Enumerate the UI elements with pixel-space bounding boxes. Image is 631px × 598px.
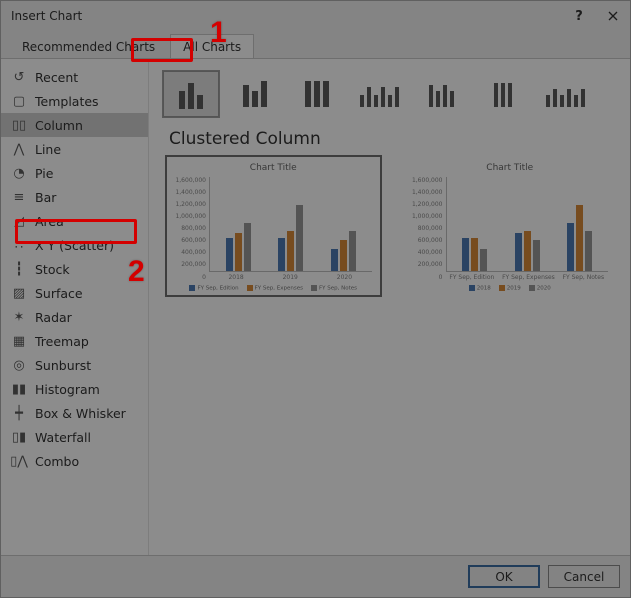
surface-icon: ▨ — [11, 286, 27, 301]
subtype-clustered-column[interactable] — [163, 71, 219, 117]
preview-plot: 1,600,000 1,400,000 1,200,000 1,000,000 … — [412, 177, 609, 281]
sidebar-item-line[interactable]: ⋀ Line — [1, 137, 148, 161]
area-icon: ◿ — [11, 214, 27, 229]
sidebar-item-column[interactable]: ▯▯ Column — [1, 113, 148, 137]
combo-icon: ▯⋀ — [11, 454, 27, 469]
tab-recommended-charts[interactable]: Recommended Charts — [9, 34, 168, 58]
annotation-1: 1 — [210, 16, 227, 50]
chart-preview-1[interactable]: Chart Title 1,600,000 1,400,000 1,200,00… — [167, 157, 380, 295]
subtype-3d-clustered-column[interactable] — [353, 74, 405, 114]
annotation-2: 2 — [128, 255, 145, 289]
sidebar-item-sunburst[interactable]: ◎ Sunburst — [1, 353, 148, 377]
sidebar-item-stock[interactable]: ┇ Stock — [1, 257, 148, 281]
sidebar-item-label: Recent — [35, 70, 78, 85]
subtype-heading: Clustered Column — [163, 127, 616, 157]
dialog-footer: OK Cancel — [1, 555, 630, 597]
bar-area — [209, 177, 372, 272]
tab-label: Recommended Charts — [22, 40, 155, 54]
main-panel: Clustered Column Chart Title 1,600,000 1… — [149, 59, 630, 555]
ok-button[interactable]: OK — [468, 565, 540, 588]
subtype-100-stacked-column[interactable] — [291, 74, 343, 114]
help-button[interactable]: ? — [562, 1, 596, 31]
sidebar-item-combo[interactable]: ▯⋀ Combo — [1, 449, 148, 473]
button-label: OK — [495, 570, 512, 584]
sidebar-item-label: Area — [35, 214, 64, 229]
stock-icon: ┇ — [11, 262, 27, 277]
sidebar-item-surface[interactable]: ▨ Surface — [1, 281, 148, 305]
subtype-stacked-column[interactable] — [229, 74, 281, 114]
subtype-3d-column[interactable] — [539, 74, 591, 114]
x-axis: 2018 2019 2020 — [209, 272, 372, 281]
waterfall-icon: ▯▮ — [11, 430, 27, 445]
sidebar-item-label: Surface — [35, 286, 83, 301]
bar-area — [446, 177, 609, 272]
histogram-icon: ▮▮ — [11, 382, 27, 397]
preview-title: Chart Title — [412, 163, 609, 173]
sidebar-item-label: Sunburst — [35, 358, 91, 373]
pie-icon: ◔ — [11, 166, 27, 181]
sidebar-item-label: Column — [35, 118, 83, 133]
radar-icon: ✶ — [11, 310, 27, 325]
close-button[interactable] — [596, 1, 630, 31]
sidebar-item-treemap[interactable]: ▦ Treemap — [1, 329, 148, 353]
sidebar-item-label: Box & Whisker — [35, 406, 126, 421]
sidebar-item-label: Pie — [35, 166, 53, 181]
x-axis: FY Sep, Edition FY Sep, Expenses FY Sep,… — [446, 272, 609, 281]
line-icon: ⋀ — [11, 142, 27, 157]
dialog-title: Insert Chart — [11, 9, 82, 23]
recent-icon: ↺ — [11, 70, 27, 85]
sidebar-item-label: Line — [35, 142, 61, 157]
legend: 2018 2019 2020 — [412, 281, 609, 292]
sidebar-item-waterfall[interactable]: ▯▮ Waterfall — [1, 425, 148, 449]
chart-previews: Chart Title 1,600,000 1,400,000 1,200,00… — [163, 157, 616, 295]
preview-title: Chart Title — [175, 163, 372, 173]
sidebar-item-label: Templates — [35, 94, 99, 109]
scatter-icon: ∷ — [11, 238, 27, 253]
sidebar-item-label: Radar — [35, 310, 72, 325]
templates-icon: ▢ — [11, 94, 27, 109]
y-axis: 1,600,000 1,400,000 1,200,000 1,000,000 … — [412, 177, 446, 281]
chart-category-list: ↺ Recent ▢ Templates ▯▯ Column ⋀ Line ◔ … — [1, 59, 149, 555]
sidebar-item-scatter[interactable]: ∷ X Y (Scatter) — [1, 233, 148, 257]
sidebar-item-label: Stock — [35, 262, 70, 277]
cancel-button[interactable]: Cancel — [548, 565, 620, 588]
treemap-icon: ▦ — [11, 334, 27, 349]
subtype-3d-stacked-column[interactable] — [415, 74, 467, 114]
button-label: Cancel — [564, 570, 605, 584]
preview-plot: 1,600,000 1,400,000 1,200,000 1,000,000 … — [175, 177, 372, 281]
insert-chart-dialog: Insert Chart ? Recommended Charts All Ch… — [0, 0, 631, 598]
tab-row: Recommended Charts All Charts — [1, 31, 630, 59]
sidebar-item-pie[interactable]: ◔ Pie — [1, 161, 148, 185]
subtype-strip — [163, 67, 616, 127]
subtype-3d-100-stacked-column[interactable] — [477, 74, 529, 114]
titlebar: Insert Chart ? — [1, 1, 630, 31]
boxwhisker-icon: ┿ — [11, 406, 27, 421]
sidebar-item-label: Bar — [35, 190, 56, 205]
sidebar-item-bar[interactable]: ≡ Bar — [1, 185, 148, 209]
sidebar-item-templates[interactable]: ▢ Templates — [1, 89, 148, 113]
column-icon: ▯▯ — [11, 118, 27, 133]
chart-preview-2[interactable]: Chart Title 1,600,000 1,400,000 1,200,00… — [404, 157, 617, 295]
sidebar-item-label: Histogram — [35, 382, 100, 397]
sidebar-item-histogram[interactable]: ▮▮ Histogram — [1, 377, 148, 401]
bar-icon: ≡ — [11, 190, 27, 205]
sidebar-item-area[interactable]: ◿ Area — [1, 209, 148, 233]
sidebar-item-label: Treemap — [35, 334, 89, 349]
sidebar-item-box-whisker[interactable]: ┿ Box & Whisker — [1, 401, 148, 425]
sunburst-icon: ◎ — [11, 358, 27, 373]
close-icon — [608, 11, 618, 21]
y-axis: 1,600,000 1,400,000 1,200,000 1,000,000 … — [175, 177, 209, 281]
legend: FY Sep, Edition FY Sep, Expenses FY Sep,… — [175, 281, 372, 292]
sidebar-item-radar[interactable]: ✶ Radar — [1, 305, 148, 329]
sidebar-item-label: Combo — [35, 454, 79, 469]
sidebar-item-label: X Y (Scatter) — [35, 238, 114, 253]
sidebar-item-label: Waterfall — [35, 430, 91, 445]
sidebar-item-recent[interactable]: ↺ Recent — [1, 65, 148, 89]
dialog-body: ↺ Recent ▢ Templates ▯▯ Column ⋀ Line ◔ … — [1, 59, 630, 555]
